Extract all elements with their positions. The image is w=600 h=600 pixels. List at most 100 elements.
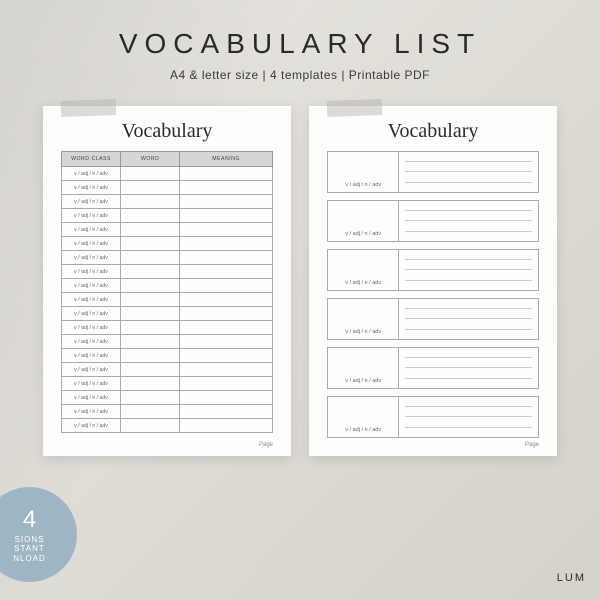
card-lines	[399, 348, 538, 388]
cell-word	[121, 391, 180, 405]
table-row: v / adj / n / adv	[62, 237, 273, 251]
cell-meaning	[180, 391, 273, 405]
card-word-class: v / adj / n / adv	[328, 201, 399, 241]
card-word-class: v / adj / n / adv	[328, 250, 399, 290]
tape-decoration	[61, 99, 117, 117]
header: VOCABULARY LIST A4 & letter size | 4 tem…	[0, 0, 600, 96]
cell-word	[121, 237, 180, 251]
vocab-card: v / adj / n / adv	[327, 151, 539, 193]
tape-decoration	[327, 99, 383, 117]
card-lines	[399, 250, 538, 290]
cell-word-class: v / adj / n / adv	[62, 321, 121, 335]
table-row: v / adj / n / adv	[62, 335, 273, 349]
table-header-row: WORD CLASS WORD MEANING	[62, 152, 273, 167]
cell-word	[121, 363, 180, 377]
table-row: v / adj / n / adv	[62, 209, 273, 223]
card-lines	[399, 397, 538, 437]
cell-word-class: v / adj / n / adv	[62, 293, 121, 307]
cell-word-class: v / adj / n / adv	[62, 265, 121, 279]
cell-word	[121, 405, 180, 419]
card-word-class: v / adj / n / adv	[328, 348, 399, 388]
col-word: WORD	[121, 152, 180, 167]
col-word-class: WORD CLASS	[62, 152, 121, 167]
cell-meaning	[180, 307, 273, 321]
cell-word-class: v / adj / n / adv	[62, 279, 121, 293]
card-word-class: v / adj / n / adv	[328, 299, 399, 339]
vocab-card: v / adj / n / adv	[327, 298, 539, 340]
cell-meaning	[180, 349, 273, 363]
card-lines	[399, 152, 538, 192]
vocab-card: v / adj / n / adv	[327, 347, 539, 389]
cell-word	[121, 167, 180, 181]
template-page-right: Vocabulary v / adj / n / advv / adj / n …	[309, 106, 557, 456]
cell-word-class: v / adj / n / adv	[62, 223, 121, 237]
cell-word-class: v / adj / n / adv	[62, 349, 121, 363]
cell-word	[121, 307, 180, 321]
versions-badge: 4 SIONS STANT NLOAD	[0, 487, 77, 582]
cell-meaning	[180, 377, 273, 391]
table-row: v / adj / n / adv	[62, 419, 273, 433]
cell-word-class: v / adj / n / adv	[62, 405, 121, 419]
badge-number: 4	[23, 506, 36, 535]
cell-word-class: v / adj / n / adv	[62, 391, 121, 405]
cell-meaning	[180, 405, 273, 419]
template-page-left: Vocabulary WORD CLASS WORD MEANING v / a…	[43, 106, 291, 456]
cell-meaning	[180, 167, 273, 181]
table-row: v / adj / n / adv	[62, 377, 273, 391]
cell-word	[121, 181, 180, 195]
table-row: v / adj / n / adv	[62, 405, 273, 419]
cell-word	[121, 377, 180, 391]
page-footer: Page	[525, 442, 539, 448]
table-row: v / adj / n / adv	[62, 293, 273, 307]
page-footer: Page	[259, 442, 273, 448]
cell-meaning	[180, 223, 273, 237]
cell-meaning	[180, 293, 273, 307]
table-row: v / adj / n / adv	[62, 391, 273, 405]
cell-meaning	[180, 279, 273, 293]
cell-meaning	[180, 195, 273, 209]
brand-label: LUM	[557, 572, 586, 584]
table-row: v / adj / n / adv	[62, 349, 273, 363]
cell-word	[121, 293, 180, 307]
table-row: v / adj / n / adv	[62, 167, 273, 181]
card-lines	[399, 201, 538, 241]
table-row: v / adj / n / adv	[62, 195, 273, 209]
cell-word	[121, 335, 180, 349]
cell-meaning	[180, 237, 273, 251]
cell-word	[121, 209, 180, 223]
cell-word-class: v / adj / n / adv	[62, 195, 121, 209]
table-row: v / adj / n / adv	[62, 279, 273, 293]
badge-text: STANT	[14, 544, 45, 554]
page-heading: Vocabulary	[327, 120, 539, 143]
cell-word-class: v / adj / n / adv	[62, 181, 121, 195]
cell-meaning	[180, 363, 273, 377]
product-subtitle: A4 & letter size | 4 templates | Printab…	[20, 68, 580, 82]
vocab-card: v / adj / n / adv	[327, 200, 539, 242]
vocab-card: v / adj / n / adv	[327, 396, 539, 438]
vocabulary-cards: v / adj / n / adv v / adj / n / adv v / ad…	[327, 151, 539, 438]
cell-word-class: v / adj / n / adv	[62, 377, 121, 391]
vocab-card: v / adj / n / adv	[327, 249, 539, 291]
cell-word-class: v / adj / n / adv	[62, 237, 121, 251]
cell-meaning	[180, 335, 273, 349]
cell-meaning	[180, 321, 273, 335]
cell-word	[121, 223, 180, 237]
cell-word-class: v / adj / n / adv	[62, 335, 121, 349]
cell-word	[121, 419, 180, 433]
table-row: v / adj / n / adv	[62, 181, 273, 195]
col-meaning: MEANING	[180, 152, 273, 167]
cell-word	[121, 251, 180, 265]
table-row: v / adj / n / adv	[62, 363, 273, 377]
badge-text: SIONS	[15, 535, 45, 545]
table-row: v / adj / n / adv	[62, 321, 273, 335]
cell-word-class: v / adj / n / adv	[62, 419, 121, 433]
product-title: VOCABULARY LIST	[20, 28, 580, 60]
vocabulary-table: WORD CLASS WORD MEANING v / adj / n / ad…	[61, 151, 273, 433]
cell-word-class: v / adj / n / adv	[62, 167, 121, 181]
cell-word-class: v / adj / n / adv	[62, 209, 121, 223]
pages-preview: Vocabulary WORD CLASS WORD MEANING v / a…	[0, 96, 600, 456]
cell-meaning	[180, 265, 273, 279]
cell-word-class: v / adj / n / adv	[62, 363, 121, 377]
cell-word	[121, 265, 180, 279]
card-lines	[399, 299, 538, 339]
